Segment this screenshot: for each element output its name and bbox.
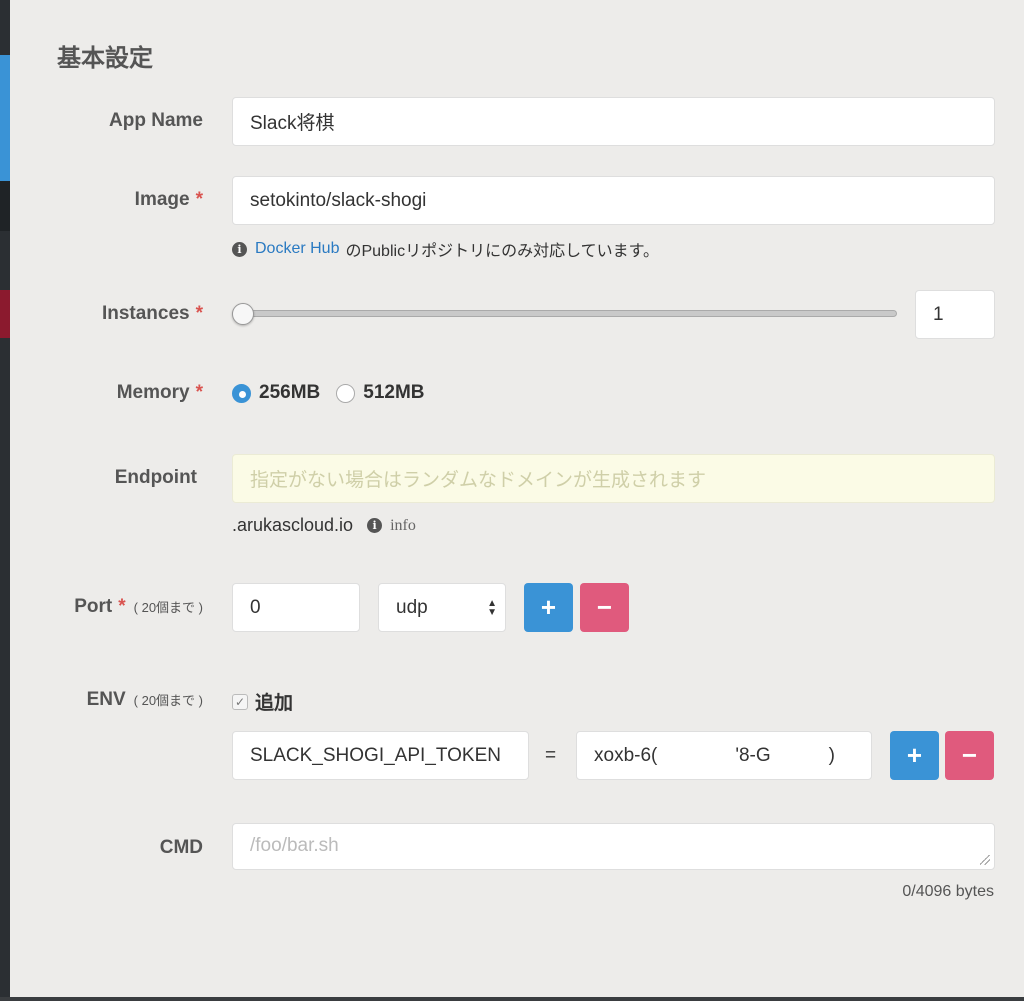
cmd-byte-counter: 0/4096 bytes: [902, 883, 994, 900]
port-protocol-select[interactable]: udp ▲ ▼: [378, 583, 506, 632]
env-add-row: ✓ 追加: [232, 688, 293, 715]
port-add-button[interactable]: +: [524, 583, 573, 632]
required-marker: *: [195, 189, 203, 210]
select-arrows-icon: ▲ ▼: [487, 597, 497, 618]
env-label: ENV( 20個まで ): [86, 689, 203, 710]
memory-512-label[interactable]: 512MB: [363, 382, 424, 404]
env-add-label[interactable]: 追加: [255, 688, 293, 715]
bottom-edge: [0, 997, 1024, 1001]
image-help: i Docker Hub のPublicリポジトリにのみ対応しています。: [232, 237, 659, 261]
port-remove-button[interactable]: −: [580, 583, 629, 632]
info-icon: i: [232, 241, 247, 257]
endpoint-suffix-row: .arukascloud.io i info: [232, 515, 416, 536]
memory-options: 256MB 512MB: [232, 382, 441, 404]
required-marker: *: [118, 596, 126, 617]
port-label: Port *( 20個まで ): [74, 596, 203, 617]
image-input[interactable]: setokinto/slack-shogi: [232, 176, 995, 225]
instances-label: Instances *: [101, 303, 203, 324]
required-marker: *: [195, 303, 203, 324]
env-value-part-2: '8-G: [735, 744, 771, 766]
instances-slider-handle[interactable]: [232, 303, 254, 325]
sidebar-active-indicator: [0, 55, 10, 181]
sidebar-divider: [0, 181, 10, 231]
env-add-button[interactable]: +: [890, 731, 939, 780]
cmd-label: CMD: [159, 837, 203, 858]
app-name-input[interactable]: Slack将棋: [232, 97, 995, 146]
memory-label: Memory *: [116, 382, 203, 403]
env-value-input[interactable]: xoxb-6( '8-G ): [576, 731, 872, 780]
env-equals-sign: =: [545, 745, 557, 766]
memory-256-label[interactable]: 256MB: [259, 382, 320, 404]
env-key-input[interactable]: SLACK_SHOGI_API_TOKEN: [232, 731, 529, 780]
env-add-checkbox[interactable]: ✓: [232, 693, 248, 710]
required-marker: *: [195, 382, 203, 403]
sidebar-highlight: [0, 290, 10, 338]
env-value-part-1: xoxb-6(: [594, 744, 658, 766]
endpoint-input[interactable]: 指定がない場合はランダムなドメインが生成されます: [232, 454, 995, 503]
cmd-textarea[interactable]: /foo/bar.sh: [232, 823, 995, 870]
endpoint-info-link[interactable]: info: [390, 517, 416, 535]
section-title: 基本設定: [57, 45, 153, 72]
env-limit: ( 20個まで ): [133, 693, 203, 708]
image-label: Image *: [134, 189, 203, 210]
endpoint-label: Endpoint: [114, 467, 197, 488]
app-name-label: App Name: [109, 110, 203, 131]
docker-hub-link[interactable]: Docker Hub: [255, 240, 339, 258]
image-help-text: のPublicリポジトリにのみ対応しています。: [345, 243, 659, 260]
endpoint-domain-suffix: .arukascloud.io: [232, 515, 354, 535]
env-remove-button[interactable]: −: [945, 731, 994, 780]
instances-slider-track[interactable]: [232, 310, 897, 317]
memory-512-radio[interactable]: [336, 383, 356, 403]
port-number-input[interactable]: 0: [232, 583, 360, 632]
env-value-part-3: ): [828, 744, 835, 766]
port-limit: ( 20個まで ): [133, 600, 203, 615]
settings-panel: 基本設定 App Name Slack将棋 Image * setokinto/s…: [10, 0, 1024, 997]
instances-input[interactable]: 1: [915, 290, 995, 339]
resize-grip-icon[interactable]: [980, 855, 990, 865]
memory-256-radio[interactable]: [232, 383, 251, 403]
info-icon[interactable]: i: [367, 518, 383, 533]
